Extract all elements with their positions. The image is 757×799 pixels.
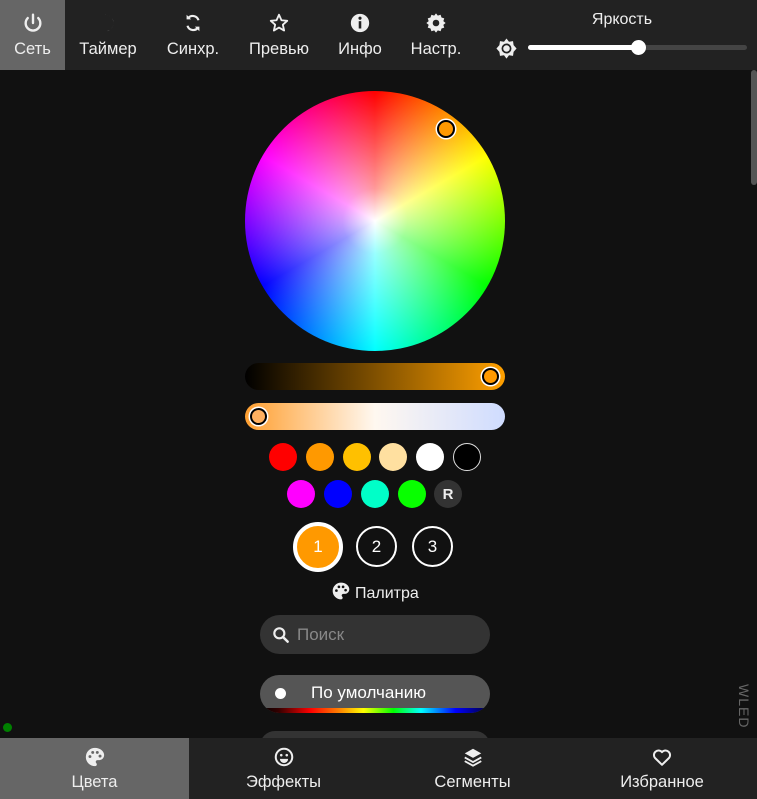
wled-watermark: WLED [736, 684, 752, 729]
palette-item-name: По умолчанию [311, 683, 426, 702]
gear-icon [425, 12, 447, 34]
value-slider[interactable] [245, 363, 505, 390]
tab-info-label: Инфо [338, 40, 382, 58]
color-slot-3[interactable]: 3 [412, 526, 453, 567]
palette-heading: Палитра [331, 581, 419, 606]
tab-effects-label: Эффекты [245, 773, 321, 791]
quick-color-amber[interactable] [343, 443, 371, 471]
palette-icon [331, 581, 351, 606]
tab-network[interactable]: Сеть [0, 0, 65, 70]
kelvin-slider[interactable] [245, 403, 505, 430]
palette-icon [84, 746, 106, 768]
tab-favorites[interactable]: Избранное [567, 738, 757, 799]
tab-preview-label: Превью [249, 40, 309, 58]
scrollbar[interactable] [751, 70, 757, 185]
tab-timer-label: Таймер [79, 40, 137, 58]
quick-color-green[interactable] [398, 480, 426, 508]
star-icon [268, 12, 290, 34]
brightness-label: Яркость [591, 11, 653, 28]
info-icon [349, 12, 371, 34]
layers-icon [462, 746, 484, 768]
tab-favorites-label: Избранное [620, 773, 704, 791]
selected-radio-dot [275, 688, 286, 699]
tab-settings[interactable]: Настр. [405, 0, 467, 70]
tab-segments[interactable]: Сегменты [378, 738, 567, 799]
tab-sync[interactable]: Синхр. [160, 0, 226, 70]
palette-item-default[interactable]: По умолчанию [260, 675, 490, 713]
search-icon [271, 625, 291, 645]
quick-color-cyan[interactable] [361, 480, 389, 508]
quick-color-orange[interactable] [306, 443, 334, 471]
quick-color-white[interactable] [416, 443, 444, 471]
brightness-icon[interactable] [495, 37, 518, 65]
tab-effects[interactable]: Эффекты [189, 738, 378, 799]
color-wheel-handle[interactable] [437, 120, 455, 138]
tab-colors-label: Цвета [71, 773, 118, 791]
brightness-slider-thumb[interactable] [630, 40, 646, 55]
moon-icon [97, 12, 119, 34]
tab-colors[interactable]: Цвета [0, 738, 189, 799]
tab-network-label: Сеть [14, 40, 51, 58]
bottom-navigation-bar: Цвета Эффекты Сегменты Избранное [0, 738, 757, 799]
tab-info[interactable]: Инфо [332, 0, 388, 70]
brightness-fill [528, 45, 638, 50]
tab-preview[interactable]: Превью [243, 0, 315, 70]
palette-title: Палитра [355, 584, 419, 602]
value-slider-thumb[interactable] [482, 368, 499, 385]
quick-color-magenta[interactable] [287, 480, 315, 508]
power-icon [22, 12, 44, 34]
heart-icon [651, 746, 673, 768]
tab-timer[interactable]: Таймер [72, 0, 144, 70]
sync-icon [182, 12, 204, 34]
quick-color-black[interactable] [453, 443, 481, 471]
tab-sync-label: Синхр. [166, 40, 220, 58]
palette-search-box[interactable] [260, 615, 490, 654]
quick-color-red[interactable] [269, 443, 297, 471]
kelvin-slider-thumb[interactable] [250, 408, 267, 425]
palette-search-input[interactable] [297, 624, 467, 645]
tab-segments-label: Сегменты [434, 773, 511, 791]
color-slot-1[interactable]: 1 [293, 522, 343, 572]
color-slot-2[interactable]: 2 [356, 526, 397, 567]
palette-preview-gradient [260, 708, 490, 713]
top-navigation-bar: Сеть Таймер Синхр. Превью Инфо Настр. Яр… [0, 0, 757, 70]
tab-settings-label: Настр. [410, 40, 462, 58]
quick-color-warm-white[interactable] [379, 443, 407, 471]
quick-color-blue[interactable] [324, 480, 352, 508]
quick-color-random-button[interactable]: R [434, 480, 462, 508]
color-wheel[interactable] [245, 91, 505, 351]
connection-status-dot [3, 723, 12, 732]
smiley-icon [273, 746, 295, 768]
